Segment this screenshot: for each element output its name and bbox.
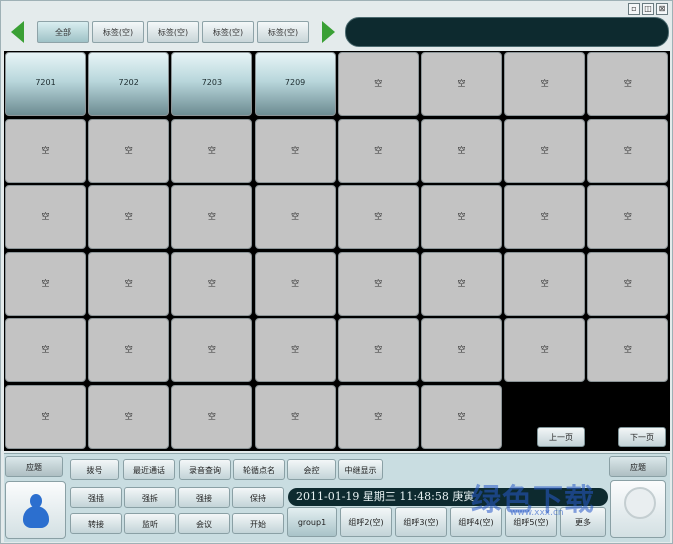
- extension-cell[interactable]: 空: [88, 251, 170, 316]
- extension-cell[interactable]: 空: [504, 251, 586, 316]
- extension-cell[interactable]: 空: [337, 318, 419, 382]
- meeting-button[interactable]: 会议: [178, 513, 230, 534]
- headset-ring-icon: [624, 487, 656, 519]
- extension-cell[interactable]: 空: [88, 318, 170, 382]
- extension-cell[interactable]: 空: [5, 185, 86, 249]
- force-pickup-button[interactable]: 强接: [178, 487, 230, 508]
- extension-cell[interactable]: 空: [337, 251, 419, 316]
- user-avatar[interactable]: [5, 481, 66, 539]
- extension-cell[interactable]: 7203: [171, 52, 253, 116]
- next-page-button[interactable]: 下一页: [618, 427, 666, 447]
- extension-cell[interactable]: 空: [337, 185, 419, 249]
- conference-control-button[interactable]: 会控: [287, 459, 336, 480]
- barge-in-button[interactable]: 强插: [70, 487, 122, 508]
- extension-cell[interactable]: 空: [171, 185, 253, 249]
- extension-cell[interactable]: 空: [171, 318, 253, 382]
- recent-calls-button[interactable]: 最近通话: [123, 459, 175, 480]
- extension-cell[interactable]: 空: [171, 384, 253, 449]
- extension-cell[interactable]: 空: [254, 318, 336, 382]
- extension-cell[interactable]: 空: [337, 118, 419, 183]
- group1-button[interactable]: group1: [287, 507, 337, 537]
- window-controls: ▫ ◫ ⊠: [628, 3, 668, 15]
- minimize-icon[interactable]: ▫: [628, 3, 640, 15]
- hold-button[interactable]: 保持: [232, 487, 284, 508]
- extension-cell[interactable]: 空: [587, 251, 669, 316]
- app-window: ▫ ◫ ⊠ 全部 标签(空) 标签(空) 标签(空) 标签(空) 空空空空空空空…: [0, 0, 673, 544]
- extension-cell[interactable]: 空: [254, 118, 336, 183]
- extension-cell[interactable]: 空: [5, 384, 86, 449]
- watermark-url: www.xxx.cn: [510, 508, 564, 518]
- tab-all[interactable]: 全部: [37, 21, 89, 43]
- extension-cell[interactable]: 空: [5, 251, 86, 316]
- extension-grid: 空空空空空空空空空空空空空空空空空空空空空空空空空空空空空空空空空空空空空空空空…: [4, 51, 670, 451]
- prev-tab-arrow-icon[interactable]: [11, 21, 24, 43]
- extension-cell[interactable]: 空: [421, 52, 502, 116]
- extension-cell[interactable]: 7201: [5, 52, 86, 116]
- extension-cell[interactable]: 空: [504, 52, 586, 116]
- restore-icon[interactable]: ◫: [642, 3, 654, 15]
- extension-cell[interactable]: 空: [421, 251, 502, 316]
- extension-cell[interactable]: 空: [504, 318, 586, 382]
- extension-cell[interactable]: 7209: [254, 52, 336, 116]
- extension-cell[interactable]: 空: [587, 118, 669, 183]
- top-display-panel: [345, 17, 669, 47]
- extension-cell[interactable]: 空: [504, 118, 586, 183]
- group-call-3-button[interactable]: 组呼3(空): [395, 507, 447, 537]
- user-icon-body: [23, 506, 49, 528]
- extension-cell[interactable]: 空: [171, 118, 253, 183]
- roll-call-button[interactable]: 轮循点名: [233, 459, 285, 480]
- extension-cell[interactable]: 空: [421, 118, 502, 183]
- trunk-display-button[interactable]: 中继显示: [338, 459, 383, 480]
- prev-page-button[interactable]: 上一页: [537, 427, 585, 447]
- extension-cell[interactable]: 空: [254, 185, 336, 249]
- extension-cell[interactable]: 空: [5, 318, 86, 382]
- extension-cell[interactable]: 空: [587, 185, 669, 249]
- tab-label-4[interactable]: 标签(空): [257, 21, 309, 43]
- extension-cell[interactable]: 空: [421, 384, 502, 449]
- extension-cell[interactable]: 空: [254, 251, 336, 316]
- next-tab-arrow-icon[interactable]: [322, 21, 335, 43]
- headset-icon[interactable]: [610, 480, 666, 538]
- extension-cell[interactable]: 空: [88, 185, 170, 249]
- extension-cell[interactable]: 空: [421, 185, 502, 249]
- tab-label-3[interactable]: 标签(空): [202, 21, 254, 43]
- extension-cell[interactable]: 空: [337, 384, 419, 449]
- extension-cell[interactable]: 空: [337, 52, 419, 116]
- start-button[interactable]: 开始: [232, 513, 284, 534]
- answer-button-right[interactable]: 应题: [609, 456, 667, 477]
- answer-button-left[interactable]: 应题: [5, 456, 63, 477]
- tab-label-1[interactable]: 标签(空): [92, 21, 144, 43]
- extension-cell[interactable]: 空: [254, 384, 336, 449]
- extension-cell[interactable]: 7202: [88, 52, 170, 116]
- dial-button[interactable]: 拨号: [70, 459, 119, 480]
- tab-label-2[interactable]: 标签(空): [147, 21, 199, 43]
- transfer-button[interactable]: 转接: [70, 513, 122, 534]
- extension-cell[interactable]: 空: [88, 384, 170, 449]
- extension-cell[interactable]: 空: [587, 318, 669, 382]
- group-call-2-button[interactable]: 组呼2(空): [340, 507, 392, 537]
- extension-cell[interactable]: 空: [504, 185, 586, 249]
- extension-cell[interactable]: 空: [421, 318, 502, 382]
- extension-cell[interactable]: 空: [5, 118, 86, 183]
- extension-cell[interactable]: 空: [88, 118, 170, 183]
- close-icon[interactable]: ⊠: [656, 3, 668, 15]
- extension-cell[interactable]: 空: [587, 52, 669, 116]
- tab-bar: 全部 标签(空) 标签(空) 标签(空) 标签(空): [7, 16, 669, 50]
- monitor-button[interactable]: 监听: [124, 513, 176, 534]
- force-release-button[interactable]: 强拆: [124, 487, 176, 508]
- extension-cell[interactable]: 空: [171, 251, 253, 316]
- recording-query-button[interactable]: 录音查询: [179, 459, 231, 480]
